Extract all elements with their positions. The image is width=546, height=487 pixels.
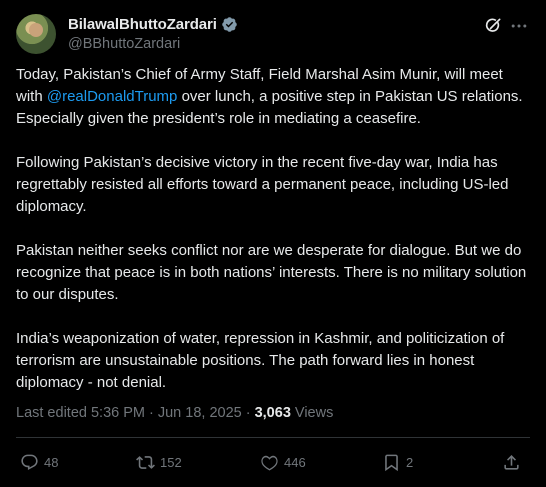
edited-timestamp[interactable]: Last edited 5:36 PM · Jun 18, 2025 · [16, 405, 255, 421]
bookmark-button[interactable]: 2 [382, 448, 413, 476]
tweet-paragraph-2: Following Pakistan’s decisive victory in… [16, 154, 509, 215]
share-icon [504, 454, 519, 470]
repost-button[interactable]: 152 [136, 448, 182, 476]
like-count: 446 [284, 454, 306, 470]
avatar[interactable] [16, 14, 56, 54]
bookmark-count: 2 [406, 454, 414, 470]
tweet-card: BilawalBhuttoZardari @BBhuttoZardari Tod… [0, 0, 546, 487]
divider [16, 437, 530, 438]
mention-link[interactable]: @realDonaldTrump [47, 88, 178, 105]
views-count: 3,063 [254, 405, 291, 421]
action-bar: 48 152 446 2 [16, 448, 530, 476]
tweet-meta: Last edited 5:36 PM · Jun 18, 2025 · 3,0… [16, 405, 333, 421]
name-row: BilawalBhuttoZardari [68, 16, 238, 33]
handle[interactable]: @BBhuttoZardari [68, 36, 180, 52]
display-name[interactable]: BilawalBhuttoZardari [68, 16, 217, 33]
like-icon [261, 455, 278, 470]
bookmark-icon [385, 454, 398, 471]
tweet-header: BilawalBhuttoZardari @BBhuttoZardari [16, 14, 530, 58]
more-icon[interactable] [508, 16, 530, 36]
tweet-paragraph-3: Pakistan neither seeks conflict nor are … [16, 242, 527, 303]
tweet-text: Today, Pakistan’s Chief of Army Staff, F… [16, 64, 530, 394]
repost-count: 152 [160, 454, 182, 470]
grok-icon[interactable] [483, 16, 503, 36]
reply-count: 48 [44, 454, 59, 470]
tweet-paragraph-1: Today, Pakistan’s Chief of Army Staff, F… [16, 64, 530, 130]
repost-icon [136, 455, 155, 469]
share-button[interactable] [502, 448, 521, 476]
like-button[interactable]: 446 [260, 448, 306, 476]
views-label: Views [290, 405, 334, 421]
verified-badge-icon [222, 17, 237, 32]
reply-icon [21, 454, 38, 470]
reply-button[interactable]: 48 [20, 448, 58, 476]
tweet-paragraph-4: India’s weaponization of water, repressi… [16, 330, 505, 391]
